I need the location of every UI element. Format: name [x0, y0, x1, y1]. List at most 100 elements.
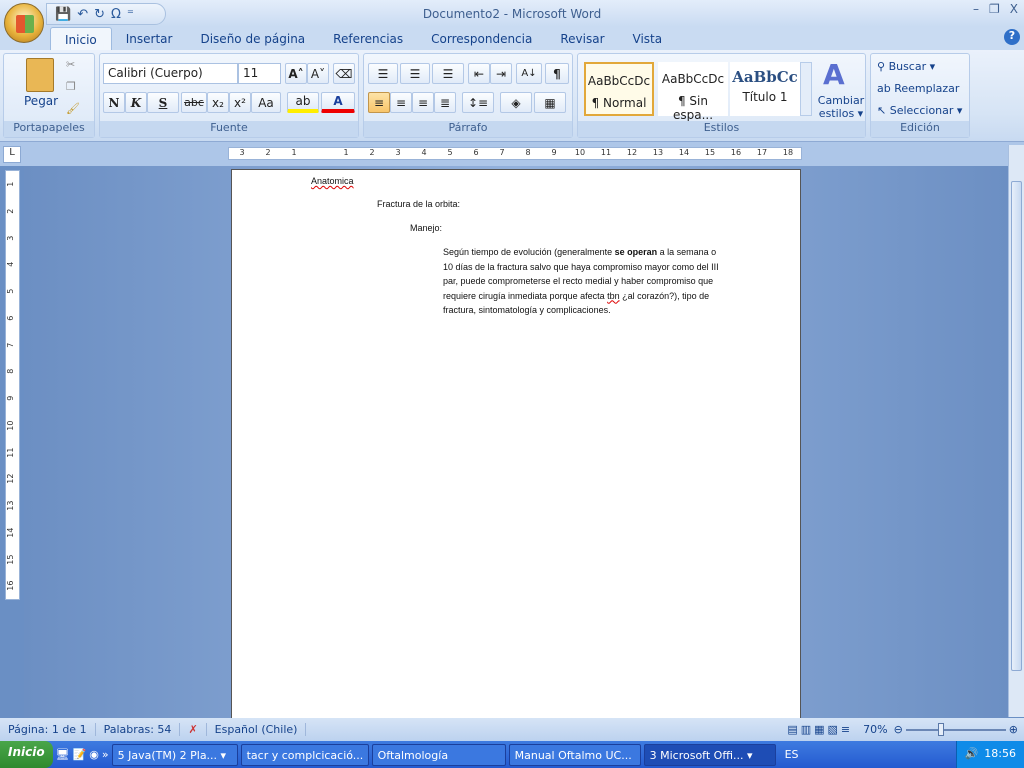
window-controls: – ❐ X [973, 2, 1018, 16]
show-marks-button[interactable]: ¶ [545, 63, 569, 84]
change-styles-button[interactable]: Cambiar estilos ▾ [816, 94, 866, 120]
font-size-combo[interactable]: 11 [238, 63, 281, 84]
replace-button[interactable]: ab Reemplazar [877, 82, 959, 95]
underline-button[interactable]: S [147, 92, 179, 113]
taskbar-item-word[interactable]: 3 Microsoft Offi... ▾ [643, 743, 776, 766]
tab-diseno-pagina[interactable]: Diseño de página [186, 27, 319, 51]
zoom-level[interactable]: 70% [857, 723, 893, 736]
editing-group: ⚲ Buscar ▾ ab Reemplazar ↖ Seleccionar ▾… [870, 53, 970, 138]
zoom-slider-thumb[interactable] [937, 722, 944, 736]
decrease-indent-icon[interactable]: ⇤ [468, 63, 490, 84]
justify-icon[interactable]: ≣ [434, 92, 456, 113]
page-count[interactable]: Página: 1 de 1 [0, 723, 96, 736]
zoom-slider[interactable] [905, 722, 1006, 736]
taskbar-item-oftalmologia[interactable]: Oftalmología [371, 743, 506, 766]
restore-button[interactable]: ❐ [989, 2, 1000, 16]
document-page[interactable]: Anatomica Fractura de la orbita: Manejo:… [231, 169, 801, 729]
shading-icon[interactable]: ◈ [500, 92, 532, 113]
numbering-icon[interactable]: ☰ [400, 63, 430, 84]
ruler-tick: 8 [6, 369, 15, 375]
strikethrough-button[interactable]: abc [181, 92, 207, 113]
word-count[interactable]: Palabras: 54 [96, 723, 181, 736]
tray-icons[interactable]: 🔊 [965, 747, 979, 762]
font-group: Calibri (Cuerpo) 11 A˄ A˅ ⌫ N K S abc x₂… [99, 53, 359, 138]
cut-icon[interactable]: ✂ [66, 58, 75, 71]
taskbar-item-manual[interactable]: Manual Oftalmo UC... [508, 743, 641, 766]
horizontal-ruler[interactable]: 3 2 1 1 2 3 4 5 6 7 8 9 10 11 12 13 14 15 16 17 18 [228, 147, 802, 160]
line-spacing-icon[interactable]: ↕≡ [462, 92, 494, 113]
minimize-button[interactable]: – [973, 2, 979, 16]
office-button[interactable] [4, 3, 44, 43]
tab-correspondencia[interactable]: Correspondencia [417, 27, 546, 51]
quicklaunch-more[interactable]: » [102, 748, 109, 761]
grow-font-button[interactable]: A˄ [285, 63, 307, 84]
tab-insertar[interactable]: Insertar [112, 27, 187, 51]
clock: 18:56 [984, 747, 1016, 760]
tab-inicio[interactable]: Inicio [50, 27, 112, 51]
chrome-icon[interactable]: ◉ [89, 748, 99, 761]
window-title: Documento2 - Microsoft Word [422, 7, 602, 21]
office-logo-icon [16, 15, 34, 33]
language-indicator[interactable]: ES [779, 748, 805, 761]
ruler-tick: 17 [756, 148, 768, 157]
style-sin-espaciado[interactable]: AaBbCcDc ¶ Sin espa... [658, 62, 728, 122]
clear-format-icon[interactable]: ⌫ [333, 63, 355, 84]
copy-icon[interactable]: ❐ [66, 80, 76, 93]
app-quicklaunch-icon[interactable]: 📝 [73, 748, 87, 761]
doc-line-fractura: Fractura de la orbita: [377, 199, 461, 209]
language[interactable]: Español (Chile) [207, 723, 307, 736]
bullets-icon[interactable]: ☰ [368, 63, 398, 84]
tab-revisar[interactable]: Revisar [546, 27, 618, 51]
font-color-button[interactable]: A [321, 92, 355, 113]
close-button[interactable]: X [1010, 2, 1018, 16]
zoom-out-button[interactable]: ⊖ [894, 723, 903, 736]
bold-button[interactable]: N [103, 92, 125, 113]
ruler-tick: 9 [551, 148, 557, 157]
tab-selector[interactable]: L [3, 146, 21, 163]
proofing-icon[interactable]: ✗ [180, 723, 207, 736]
change-case-button[interactable]: Aa [251, 92, 281, 113]
sort-button[interactable]: A↓ [516, 63, 542, 84]
taskbar-item-chrome[interactable]: tacr y complcicació... [240, 743, 369, 766]
ruler-tick: 1 [343, 148, 349, 157]
align-right-icon[interactable]: ≡ [412, 92, 434, 113]
find-button[interactable]: ⚲ Buscar ▾ [877, 60, 935, 73]
select-button[interactable]: ↖ Seleccionar ▾ [877, 104, 962, 117]
highlight-button[interactable]: ab [287, 92, 319, 113]
tab-vista[interactable]: Vista [619, 27, 677, 51]
view-buttons[interactable]: ▤▥▦▧≡ [783, 723, 857, 736]
tab-referencias[interactable]: Referencias [319, 27, 417, 51]
paste-button[interactable]: Pegar [24, 94, 58, 108]
ruler-tick: 12 [6, 473, 15, 484]
styles-scroll[interactable] [800, 62, 812, 116]
start-button[interactable]: Inicio [0, 741, 53, 768]
ruler-tick: 18 [782, 148, 794, 157]
shrink-font-button[interactable]: A˅ [307, 63, 329, 84]
align-center-icon[interactable]: ≡ [390, 92, 412, 113]
ribbon-tabs: Inicio Insertar Diseño de página Referen… [0, 27, 1024, 51]
style-normal[interactable]: AaBbCcDc ¶ Normal [584, 62, 654, 116]
superscript-button[interactable]: x² [229, 92, 251, 113]
italic-button[interactable]: K [125, 92, 147, 113]
font-name-combo[interactable]: Calibri (Cuerpo) [103, 63, 238, 84]
ruler-tick: 6 [6, 315, 15, 321]
ruler-tick: 14 [6, 527, 15, 538]
taskbar-item-java[interactable]: 5 Java(TM) 2 Pla... ▾ [111, 743, 238, 766]
format-painter-icon[interactable]: 🖌 [66, 102, 80, 115]
increase-indent-icon[interactable]: ⇥ [490, 63, 512, 84]
borders-icon[interactable]: ▦ [534, 92, 566, 113]
help-icon[interactable]: ? [1004, 29, 1020, 45]
zoom-in-button[interactable]: ⊕ [1009, 723, 1024, 736]
multilevel-list-icon[interactable]: ☰ [432, 63, 464, 84]
subscript-button[interactable]: x₂ [207, 92, 229, 113]
scroll-thumb[interactable] [1011, 181, 1022, 671]
change-styles-icon: A [823, 58, 845, 91]
vertical-ruler[interactable]: 1 2 3 4 5 6 7 8 9 10 11 12 13 14 15 16 [5, 170, 20, 600]
ruler-tick: 9 [6, 395, 15, 401]
style-titulo-1[interactable]: AaBbCc Título 1 [730, 62, 800, 116]
paste-icon[interactable] [26, 58, 54, 92]
vertical-scrollbar[interactable] [1008, 145, 1024, 717]
align-left-icon[interactable]: ≡ [368, 92, 390, 113]
clipboard-group: Pegar ✂ ❐ 🖌 Portapapeles [3, 53, 95, 138]
show-desktop-icon[interactable]: 🖥 [56, 748, 70, 761]
